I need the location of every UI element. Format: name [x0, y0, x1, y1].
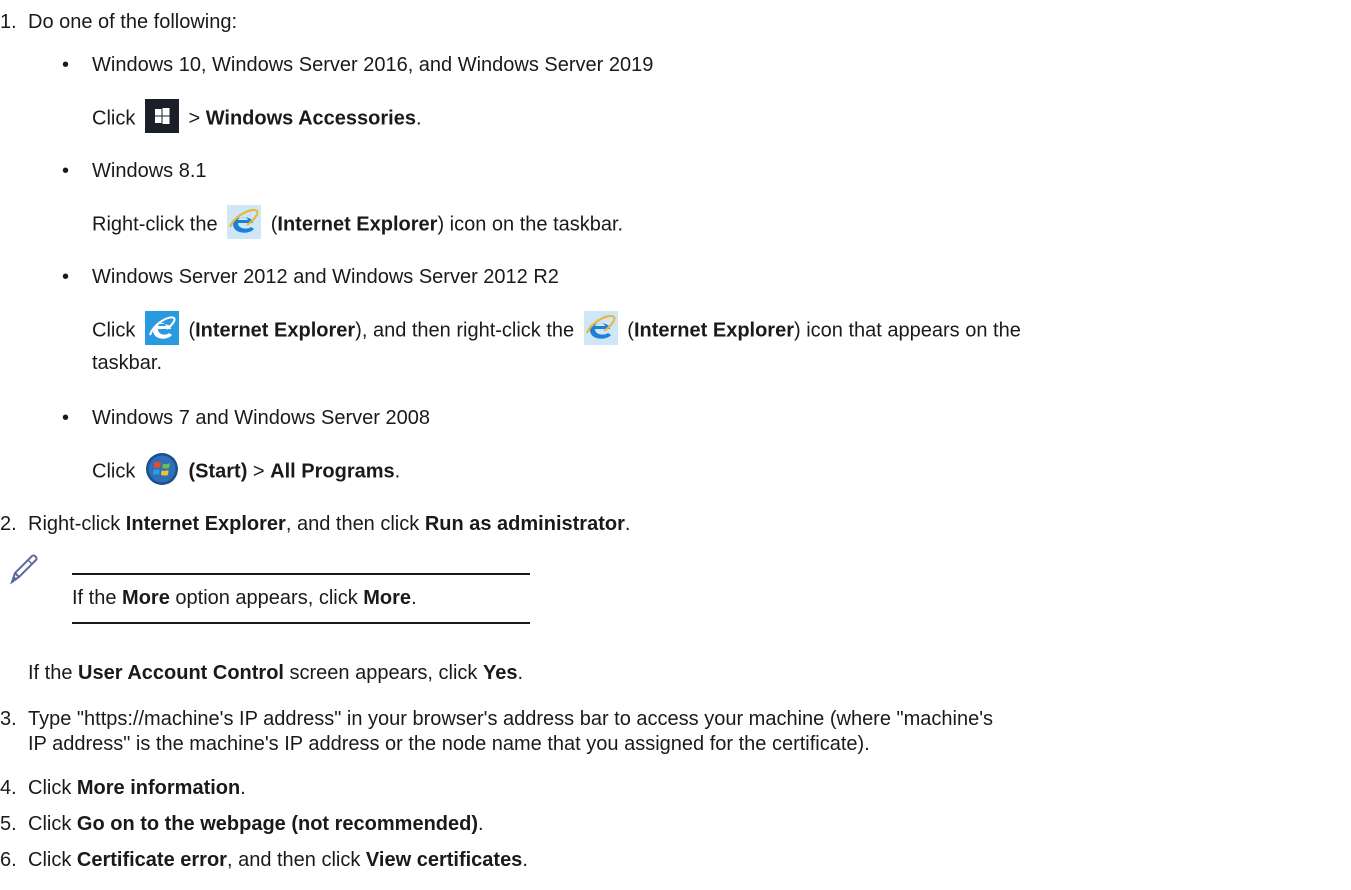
punctuation: .: [411, 587, 417, 609]
step-text-line-2: IP address" is the machine's IP address …: [28, 733, 870, 755]
click-text: Click: [92, 107, 136, 130]
go-on-to-webpage-label: Go on to the webpage (not recommended): [76, 813, 479, 835]
step-number: 3.: [0, 708, 17, 730]
text-run: option appears, click: [169, 587, 364, 609]
certificate-error-label: Certificate error: [76, 849, 227, 871]
windows-accessories-label: Windows Accessories: [205, 107, 416, 130]
instruction-windows-10: Click > Windows Accessories.: [92, 99, 422, 133]
punctuation: .: [394, 460, 401, 483]
step-number: 5.: [0, 813, 17, 835]
punctuation: .: [624, 513, 631, 535]
instruction-windows-server-2012: Click (Internet Explorer), and then righ…: [92, 311, 1021, 345]
note-top-rule: [72, 573, 530, 575]
gt-text: >: [247, 460, 271, 483]
bullet-mark: •: [62, 266, 70, 288]
step-text: Do one of the following:: [28, 11, 238, 33]
bullet-text: Windows 7 and Windows Server 2008: [92, 407, 430, 429]
step-number: 6.: [0, 849, 17, 871]
run-as-administrator-label: Run as administrator: [424, 513, 625, 535]
click-text: Click: [92, 460, 136, 483]
internet-explorer-label: Internet Explorer: [195, 319, 356, 342]
bullet-text: Windows 10, Windows Server 2016, and Win…: [92, 54, 654, 76]
instruction-tail: ) icon on the taskbar.: [437, 213, 624, 236]
instruction-middle: ), and then right-click the: [355, 319, 575, 342]
text-run: Click: [28, 849, 77, 871]
start-label: (Start): [188, 460, 248, 483]
right-click-text: Right-click the: [92, 213, 218, 236]
internet-explorer-icon: [227, 205, 262, 239]
punctuation: .: [240, 777, 246, 799]
internet-explorer-label: Internet Explorer: [277, 213, 438, 236]
all-programs-label: All Programs: [270, 460, 395, 483]
step-text-line-1: Type "https://machine's IP address" in y…: [28, 708, 994, 730]
step-text: Click More information.: [28, 776, 246, 800]
text-run: If the: [72, 587, 123, 609]
instruction-tail: ) icon that appears on the: [794, 319, 1021, 342]
step-number: 1.: [0, 11, 17, 33]
internet-explorer-label: Internet Explorer: [633, 319, 794, 342]
yes-label: Yes: [482, 662, 518, 684]
bullet-mark: •: [62, 54, 70, 76]
text-run: Click: [28, 813, 77, 835]
internet-explorer-label: Internet Explorer: [125, 513, 286, 535]
text-run: , and then click: [285, 513, 425, 535]
internet-explorer-icon: [583, 311, 618, 345]
step-text: Right-click Internet Explorer, and then …: [28, 512, 630, 536]
paren: (: [621, 319, 634, 342]
text-run: Right-click: [28, 513, 126, 535]
view-certificates-label: View certificates: [365, 849, 523, 871]
punctuation: .: [522, 849, 528, 871]
windows-7-start-orb-icon: [145, 453, 178, 485]
internet-explorer-tile-icon: [144, 311, 179, 345]
user-account-control-label: User Account Control: [78, 662, 284, 684]
uac-text: If the User Account Control screen appea…: [28, 661, 523, 685]
more-label: More: [122, 587, 170, 609]
punctuation: .: [517, 662, 523, 684]
instruction-windows-81: Right-click the (Internet Explorer) icon…: [92, 205, 624, 239]
paren: (: [182, 319, 196, 342]
text-run: , and then click: [226, 849, 366, 871]
gt-text: >: [182, 107, 206, 130]
instruction-continuation: taskbar.: [92, 352, 163, 374]
windows-start-icon: [144, 99, 179, 133]
bullet-text: Windows Server 2012 and Windows Server 2…: [92, 266, 559, 288]
step-number: 4.: [0, 777, 17, 799]
step-text: Click Go on to the webpage (not recommen…: [28, 812, 484, 836]
bullet-mark: •: [62, 407, 70, 429]
bullet-mark: •: [62, 160, 70, 182]
instruction-windows-7: Click (Start) > All Programs.: [92, 453, 401, 486]
step-text: Click Certificate error, and then click …: [28, 848, 528, 872]
click-text: Click: [92, 319, 136, 342]
text-run: Click: [28, 777, 77, 799]
paren: (: [265, 213, 278, 236]
bullet-text: Windows 8.1: [92, 160, 207, 182]
note-bottom-rule: [72, 622, 530, 624]
more-label: More: [363, 587, 412, 609]
text-run: screen appears, click: [283, 662, 483, 684]
punctuation: .: [478, 813, 484, 835]
pencil-note-icon: [10, 554, 38, 585]
note-text: If the More option appears, click More.: [72, 586, 417, 610]
punctuation: .: [415, 107, 422, 130]
step-number: 2.: [0, 513, 17, 535]
more-information-label: More information: [76, 777, 241, 799]
text-run: If the: [28, 662, 79, 684]
